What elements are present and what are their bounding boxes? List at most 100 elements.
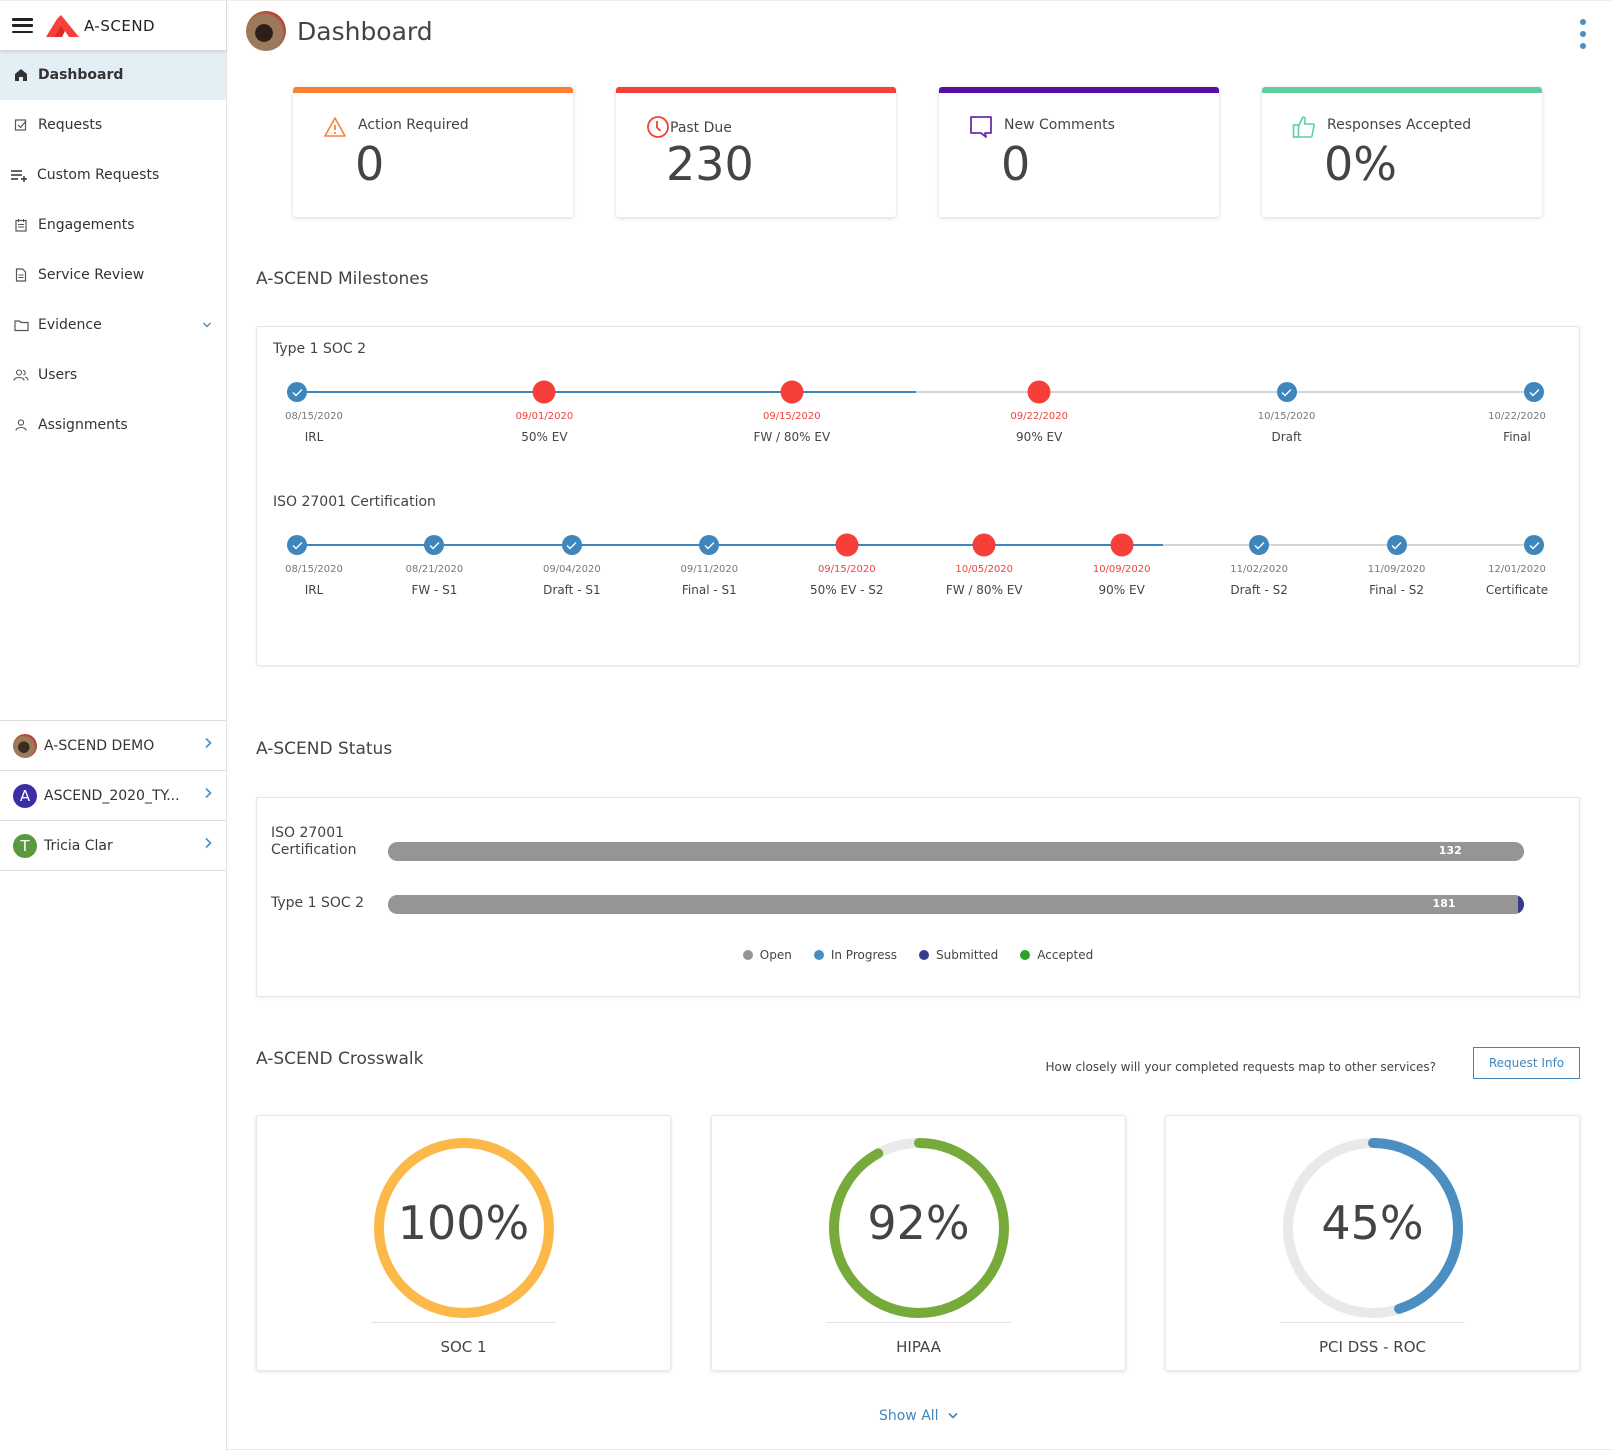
stat-card-new-comments[interactable]: New Comments 0	[939, 87, 1219, 217]
legend-item-open[interactable]: Open	[742, 948, 792, 962]
status-bar-type1-soc2[interactable]: 181	[388, 895, 1524, 914]
gauge-card-hipaa[interactable]: 92% HIPAA	[711, 1115, 1126, 1371]
milestone-complete-node[interactable]	[1524, 382, 1544, 402]
sidebar-item-evidence[interactable]: Evidence	[0, 300, 226, 350]
account-item-demo[interactable]: A-SCEND DEMO	[0, 721, 226, 771]
milestone-complete-node[interactable]	[1249, 535, 1270, 555]
stat-card-action-required[interactable]: Action Required 0	[293, 87, 573, 217]
check-icon	[429, 541, 440, 549]
milestone-complete-node[interactable]	[424, 535, 445, 555]
milestone-overdue-node[interactable]	[1110, 533, 1134, 557]
sidebar-item-label: Custom Requests	[37, 167, 160, 183]
status-title: A-SCEND Status	[256, 739, 393, 759]
milestone-label: Certificate	[1485, 583, 1549, 597]
gauge-card-pci-dss-roc[interactable]: 45% PCI DSS - ROC	[1165, 1115, 1580, 1371]
menu-icon[interactable]	[12, 18, 33, 33]
stat-label: New Comments	[1004, 117, 1115, 133]
milestone-date: 10/15/2020	[1257, 411, 1316, 422]
status-row-label-line: ISO 27001	[271, 825, 345, 841]
milestone-date: 10/22/2020	[1488, 411, 1546, 422]
stat-card-past-due[interactable]: Past Due 230	[616, 87, 896, 217]
legend-item-submitted[interactable]: Submitted	[919, 948, 998, 962]
milestone-complete-node[interactable]	[1524, 535, 1544, 555]
milestone-date: 11/09/2020	[1367, 564, 1426, 575]
milestone-date: 09/15/2020	[817, 564, 876, 575]
legend-item-accepted[interactable]: Accepted	[1020, 948, 1093, 962]
sidebar-item-label: Evidence	[38, 317, 102, 333]
milestone-complete-node[interactable]	[1276, 382, 1297, 402]
milestone-track-iso27001	[297, 544, 1534, 546]
sidebar-item-users[interactable]: Users	[0, 350, 226, 400]
sidebar-item-service-review[interactable]: Service Review	[0, 250, 226, 300]
legend-dot	[742, 950, 753, 960]
milestone-complete-node[interactable]	[1386, 535, 1407, 555]
milestone-label: IRL	[304, 430, 324, 444]
status-segment-submitted[interactable]	[1517, 895, 1524, 914]
request-info-button[interactable]: Request Info	[1473, 1047, 1580, 1079]
account-item-tricia[interactable]: T Tricia Clar	[0, 821, 226, 871]
sidebar-item-label: Engagements	[38, 217, 135, 233]
crosswalk-title: A-SCEND Crosswalk	[256, 1049, 424, 1069]
stat-label: Responses Accepted	[1327, 117, 1472, 133]
milestone-overdue-node[interactable]	[532, 380, 556, 404]
warning-icon	[324, 117, 346, 137]
status-bar-value: 132	[1438, 844, 1462, 857]
status-row-label: Type 1 SOC 2	[271, 895, 364, 912]
sidebar-item-engagements[interactable]: Engagements	[0, 200, 226, 250]
card-accent-bar	[293, 87, 573, 93]
sidebar-item-label: Service Review	[38, 267, 145, 283]
milestone-overdue-node[interactable]	[835, 533, 859, 557]
stat-card-responses-accepted[interactable]: Responses Accepted 0%	[1262, 87, 1542, 217]
page-header: Dashboard	[246, 11, 433, 51]
milestone-track-title: Type 1 SOC 2	[273, 341, 367, 357]
status-row-label-line: Type 1 SOC 2	[271, 895, 365, 911]
divider	[371, 1322, 556, 1323]
sidebar-item-label: Users	[38, 367, 78, 383]
milestone-complete-node[interactable]	[699, 535, 720, 555]
user-avatar[interactable]	[246, 11, 286, 51]
sidebar-item-label: Dashboard	[38, 67, 124, 83]
check-icon	[1529, 388, 1539, 396]
sidebar-item-dashboard[interactable]: Dashboard	[0, 50, 226, 100]
chevron-down-icon[interactable]	[202, 317, 212, 333]
logo-icon	[46, 14, 79, 37]
milestone-label: Final	[1503, 430, 1531, 444]
sidebar-nav: Dashboard Requests Custom Requests Engag…	[0, 50, 226, 450]
divider	[1280, 1322, 1465, 1323]
milestone-date: 09/15/2020	[762, 411, 821, 422]
milestone-label: Draft - S2	[1230, 583, 1288, 597]
account-item-ascend-2020[interactable]: A ASCEND_2020_TY...	[0, 771, 226, 821]
sidebar-item-requests[interactable]: Requests	[0, 100, 226, 150]
chevron-right-icon	[204, 837, 212, 853]
status-bar-iso27001[interactable]: 132	[388, 842, 1524, 861]
milestones-panel: Type 1 SOC 2 ISO 27001 Certification 08/…	[256, 326, 1580, 666]
milestone-overdue-node[interactable]	[972, 533, 996, 557]
gauge-card-soc1[interactable]: 100% SOC 1	[256, 1115, 671, 1371]
milestone-label: Final - S1	[681, 583, 737, 597]
milestone-date: 09/01/2020	[515, 411, 574, 422]
milestone-complete-node[interactable]	[287, 535, 307, 555]
legend-label: In Progress	[830, 948, 898, 962]
milestone-label: Draft	[1271, 430, 1302, 444]
milestone-overdue-node[interactable]	[1027, 380, 1051, 404]
avatar: T	[13, 833, 37, 858]
legend-item-in-progress[interactable]: In Progress	[813, 948, 898, 962]
milestone-complete-node[interactable]	[287, 382, 307, 402]
milestone-label: IRL	[304, 583, 324, 597]
gauge-percent: 92%	[867, 1196, 970, 1250]
sidebar-item-custom-requests[interactable]: Custom Requests	[0, 150, 226, 200]
milestone-date: 09/11/2020	[680, 564, 739, 575]
stat-value: 0%	[1324, 137, 1397, 191]
status-segment-open[interactable]	[388, 895, 1518, 914]
status-segment-open[interactable]	[388, 842, 1524, 861]
legend-dot	[1020, 950, 1031, 960]
home-icon	[13, 67, 29, 83]
sidebar-item-assignments[interactable]: Assignments	[0, 400, 226, 450]
show-all-link[interactable]: Show All	[227, 1408, 1611, 1424]
milestone-label: Draft - S1	[543, 583, 601, 597]
more-options-icon[interactable]	[1578, 19, 1588, 49]
milestone-overdue-node[interactable]	[780, 380, 804, 404]
brand-name: A-SCEND	[84, 16, 156, 35]
milestone-complete-node[interactable]	[561, 535, 582, 555]
legend-label: Open	[759, 948, 792, 962]
